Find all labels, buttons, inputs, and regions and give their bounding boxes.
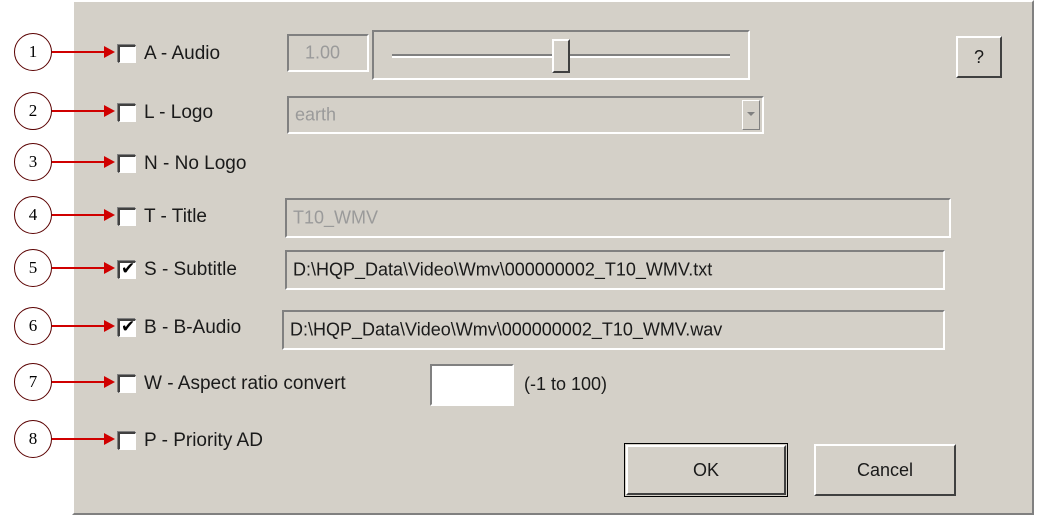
audio-value-field: 1.00 xyxy=(287,34,369,72)
audio-option-label: A - Audio xyxy=(144,43,221,64)
title-checkbox[interactable] xyxy=(118,208,136,226)
logo-dropdown[interactable]: earth xyxy=(287,96,764,134)
ok-button[interactable]: OK xyxy=(624,443,788,497)
callout-badge: 4 xyxy=(14,196,52,234)
callout-arrow-line xyxy=(52,267,104,269)
callout-badge: 5 xyxy=(14,249,52,287)
help-button[interactable]: ? xyxy=(956,36,1002,78)
logo-selected-value: earth xyxy=(295,104,337,125)
callout-badge: 8 xyxy=(14,420,52,458)
options-dialog: A - Audio 1.00 ? L - Logo earth N - No L… xyxy=(72,0,1034,515)
dropdown-button[interactable] xyxy=(742,100,760,130)
callout-arrow-line xyxy=(52,110,104,112)
arrow-icon xyxy=(104,376,115,388)
callout-badge: 7 xyxy=(14,363,52,401)
priority-ad-checkbox[interactable] xyxy=(118,432,136,450)
chevron-down-icon xyxy=(747,112,755,116)
b-audio-checkbox[interactable]: ✔ xyxy=(118,317,136,337)
callout-arrow-line xyxy=(52,381,104,383)
aspect-ratio-range: (-1 to 100) xyxy=(524,374,608,394)
b-audio-path: D:\HQP_Data\Video\Wmv\000000002_T10_WMV.… xyxy=(290,319,723,340)
callout-arrow-line xyxy=(52,438,104,440)
callout-arrow-line xyxy=(52,214,104,216)
b-audio-option-label: B - B-Audio xyxy=(144,317,242,338)
subtitle-option-label: S - Subtitle xyxy=(144,259,237,280)
no-logo-option-label: N - No Logo xyxy=(144,153,247,174)
title-value: T10_WMV xyxy=(293,207,379,228)
callout-badge: 2 xyxy=(14,92,52,130)
arrow-icon xyxy=(104,156,115,168)
arrow-icon xyxy=(104,262,115,274)
cancel-button[interactable]: Cancel xyxy=(814,444,956,496)
logo-option-label: L - Logo xyxy=(144,102,214,123)
arrow-icon xyxy=(104,105,115,117)
audio-checkbox[interactable] xyxy=(118,45,136,63)
logo-checkbox[interactable] xyxy=(118,104,136,122)
aspect-ratio-checkbox[interactable] xyxy=(118,375,136,393)
arrow-icon xyxy=(104,433,115,445)
ok-button-face: OK xyxy=(626,445,786,495)
aspect-ratio-option-label: W - Aspect ratio convert xyxy=(144,373,346,394)
arrow-icon xyxy=(104,46,115,58)
arrow-icon xyxy=(104,209,115,221)
checkmark-icon: ✔ xyxy=(121,259,136,278)
title-field: T10_WMV xyxy=(285,198,951,238)
title-option-label: T - Title xyxy=(144,206,207,227)
b-audio-path-field[interactable]: D:\HQP_Data\Video\Wmv\000000002_T10_WMV.… xyxy=(282,310,945,350)
priority-ad-option-label: P - Priority AD xyxy=(144,430,263,451)
aspect-ratio-input[interactable] xyxy=(430,364,514,406)
slider-thumb[interactable] xyxy=(552,39,570,73)
no-logo-checkbox[interactable] xyxy=(118,155,136,173)
arrow-icon xyxy=(104,320,115,332)
checkmark-icon: ✔ xyxy=(121,317,136,336)
subtitle-path-field[interactable]: D:\HQP_Data\Video\Wmv\000000002_T10_WMV.… xyxy=(285,250,945,290)
audio-slider[interactable] xyxy=(372,30,750,80)
callout-badge: 1 xyxy=(14,33,52,71)
callout-arrow-line xyxy=(52,325,104,327)
callout-badge: 6 xyxy=(14,307,52,345)
audio-value: 1.00 xyxy=(305,42,341,63)
callout-arrow-line xyxy=(52,51,104,53)
subtitle-path: D:\HQP_Data\Video\Wmv\000000002_T10_WMV.… xyxy=(293,259,713,280)
callout-badge: 3 xyxy=(14,143,52,181)
callout-arrow-line xyxy=(52,161,104,163)
subtitle-checkbox[interactable]: ✔ xyxy=(118,259,136,279)
